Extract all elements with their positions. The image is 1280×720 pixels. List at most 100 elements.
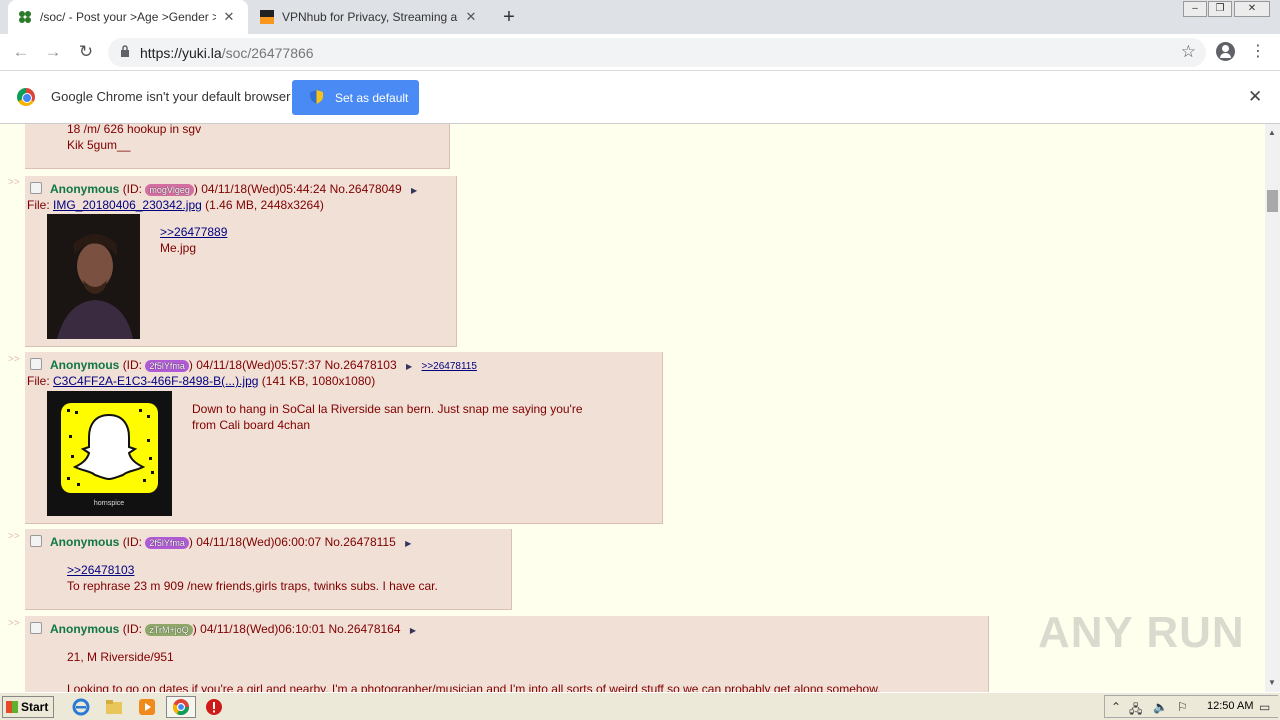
post-menu-icon[interactable]: ▶ xyxy=(405,539,411,548)
url-text: https://yuki.la/soc/26477866 xyxy=(140,45,314,61)
tray-expand-icon[interactable]: ⌃ xyxy=(1111,700,1121,714)
post-menu-icon[interactable]: ▶ xyxy=(406,362,412,371)
post-info: Anonymous (ID: 2f5lYfma) 04/11/18(Wed)06… xyxy=(30,535,411,549)
tab-title: VPNhub for Privacy, Streaming and N xyxy=(282,10,458,24)
post-datetime: 04/11/18(Wed)06:10:01 xyxy=(200,622,326,636)
new-tab-icon[interactable]: + xyxy=(498,6,520,29)
message-line: To rephrase 23 m 909 /new friends,girls … xyxy=(67,579,438,593)
file-link[interactable]: C3C4FF2A-E1C3-466F-8498-B(...).jpg xyxy=(53,374,258,388)
post-message: 21, M Riverside/951 Looking to go on dat… xyxy=(67,649,881,692)
show-desktop-icon[interactable]: ▭ xyxy=(1259,700,1270,714)
browser-toolbar: ← → ↻ https://yuki.la/soc/26477866 ☆ ⋮ xyxy=(0,34,1280,71)
poster-id[interactable]: 2f5lYfma xyxy=(145,360,189,372)
snap-caption: hornspice xyxy=(94,500,124,507)
id-close: ) xyxy=(188,535,193,549)
post-message: >>26478103 To rephrase 23 m 909 /new fri… xyxy=(67,562,438,594)
reply-post: Anonymous (ID: 2f5lYfma) 04/11/18(Wed)06… xyxy=(25,529,512,610)
post-message: >>26477889 Me.jpg xyxy=(160,224,227,256)
post-number[interactable]: No.26478103 xyxy=(325,358,397,372)
id-open: (ID: xyxy=(122,535,143,549)
back-icon[interactable]: ← xyxy=(10,41,32,63)
side-arrows: >> xyxy=(8,177,20,188)
reload-icon[interactable]: ↻ xyxy=(75,41,97,63)
message-line: Down to hang in SoCal la Riverside san b… xyxy=(192,402,583,416)
post-thumbnail[interactable]: hornspice xyxy=(47,391,172,516)
url-host: https://yuki.la xyxy=(140,45,222,61)
restore-icon[interactable]: ❐ xyxy=(1208,1,1232,17)
poster-name: Anonymous xyxy=(50,622,120,636)
file-prefix: File: xyxy=(27,374,50,388)
window-close-icon[interactable]: ✕ xyxy=(1234,1,1270,17)
post-number[interactable]: No.26478115 xyxy=(325,535,396,549)
start-label: Start xyxy=(21,700,49,714)
forward-icon[interactable]: → xyxy=(42,41,64,63)
post-checkbox[interactable] xyxy=(30,182,42,194)
scroll-down-icon[interactable]: ▼ xyxy=(1268,678,1276,687)
default-browser-infobar: Google Chrome isn't your default browser… xyxy=(0,71,1280,124)
set-as-default-button[interactable]: Set as default xyxy=(292,80,419,115)
post-info: Anonymous (ID: zTrM+joQ) 04/11/18(Wed)06… xyxy=(30,622,416,636)
reply-post: Anonymous (ID: 2f5lYfma) 04/11/18(Wed)05… xyxy=(25,352,663,524)
profile-avatar-icon[interactable] xyxy=(1216,42,1235,61)
tab-close-icon[interactable]: ✕ xyxy=(222,9,236,25)
message-line: Looking to go on dates if you're a girl … xyxy=(67,682,881,692)
message-line: 21, M Riverside/951 xyxy=(67,650,174,664)
clover-favicon-icon xyxy=(19,11,31,23)
reply-post: Anonymous (ID: zTrM+joQ) 04/11/18(Wed)06… xyxy=(25,616,989,692)
page-content: 18 /m/ 626 hookup in sgv Kik 5gum__ >> A… xyxy=(0,124,1265,692)
id-close: ) xyxy=(188,358,193,372)
start-button[interactable]: Start xyxy=(2,696,54,718)
post-message: Down to hang in SoCal la Riverside san b… xyxy=(192,401,583,433)
post-menu-icon[interactable]: ▶ xyxy=(411,186,417,195)
folder-icon[interactable] xyxy=(105,698,123,716)
chrome-taskbar-button[interactable] xyxy=(166,696,196,718)
system-tray: ⌃ 🖧 🔈 ⚐ 12:50 AM ▭ xyxy=(1104,695,1278,718)
action-center-flag-icon[interactable]: ⚐ xyxy=(1177,700,1188,714)
quote-link[interactable]: >>26477889 xyxy=(160,225,227,239)
post-datetime: 04/11/18(Wed)05:44:24 xyxy=(201,182,327,196)
minimize-icon[interactable]: – xyxy=(1183,1,1207,17)
address-bar[interactable]: https://yuki.la/soc/26477866 ☆ xyxy=(108,38,1206,67)
poster-name: Anonymous xyxy=(50,535,120,549)
message-line: 18 /m/ 626 hookup in sgv xyxy=(67,124,202,136)
poster-name: Anonymous xyxy=(50,358,120,372)
message-line: Kik 5gum__ xyxy=(67,138,131,152)
post-checkbox[interactable] xyxy=(30,535,42,547)
scrollbar-thumb[interactable] xyxy=(1267,190,1278,212)
quote-link[interactable]: >>26478103 xyxy=(67,563,134,577)
windows-logo-icon xyxy=(6,701,18,713)
side-arrows: >> xyxy=(8,354,20,365)
infobar-message: Google Chrome isn't your default browser xyxy=(51,89,291,104)
poster-id[interactable]: zTrM+joQ xyxy=(145,624,193,636)
reply-post: Anonymous (ID: mogVlgeg) 04/11/18(Wed)05… xyxy=(25,176,457,347)
post-info: Anonymous (ID: mogVlgeg) 04/11/18(Wed)05… xyxy=(30,182,417,196)
media-player-icon[interactable] xyxy=(138,698,156,716)
uac-shield-icon xyxy=(310,90,323,104)
post-thumbnail[interactable] xyxy=(47,214,140,339)
post-datetime: 04/11/18(Wed)05:57:37 xyxy=(196,358,322,372)
post-menu-icon[interactable]: ▶ xyxy=(410,626,416,635)
post-number[interactable]: No.26478164 xyxy=(328,622,400,636)
bookmark-star-icon[interactable]: ☆ xyxy=(1181,42,1196,62)
tab-close-icon[interactable]: ✕ xyxy=(464,9,478,25)
poster-id[interactable]: mogVlgeg xyxy=(145,184,194,196)
side-arrows: >> xyxy=(8,531,20,542)
infobar-close-icon[interactable]: ✕ xyxy=(1248,87,1262,107)
post-checkbox[interactable] xyxy=(30,622,42,634)
scroll-up-icon[interactable]: ▲ xyxy=(1268,128,1276,137)
set-as-default-label: Set as default xyxy=(335,91,409,105)
menu-dots-icon[interactable]: ⋮ xyxy=(1250,41,1266,61)
stop-sign-icon[interactable] xyxy=(205,698,223,716)
tab-vpnhub[interactable]: VPNhub for Privacy, Streaming and N ✕ xyxy=(250,0,488,34)
file-meta: (141 KB, 1080x1080) xyxy=(261,374,376,388)
ie-icon[interactable] xyxy=(72,698,90,716)
poster-id[interactable]: 2f5lYfma xyxy=(145,537,189,549)
tab-soc[interactable]: /soc/ - Post your >Age >Gender >A ✕ xyxy=(8,0,248,34)
file-link[interactable]: IMG_20180406_230342.jpg xyxy=(53,198,202,212)
page-scrollbar[interactable]: ▲ ▼ xyxy=(1265,124,1280,692)
network-icon[interactable]: 🖧 xyxy=(1129,700,1142,720)
post-number[interactable]: No.26478049 xyxy=(330,182,402,196)
backlink[interactable]: >>26478115 xyxy=(422,361,477,372)
post-checkbox[interactable] xyxy=(30,358,42,370)
volume-icon[interactable]: 🔈 xyxy=(1153,700,1168,714)
